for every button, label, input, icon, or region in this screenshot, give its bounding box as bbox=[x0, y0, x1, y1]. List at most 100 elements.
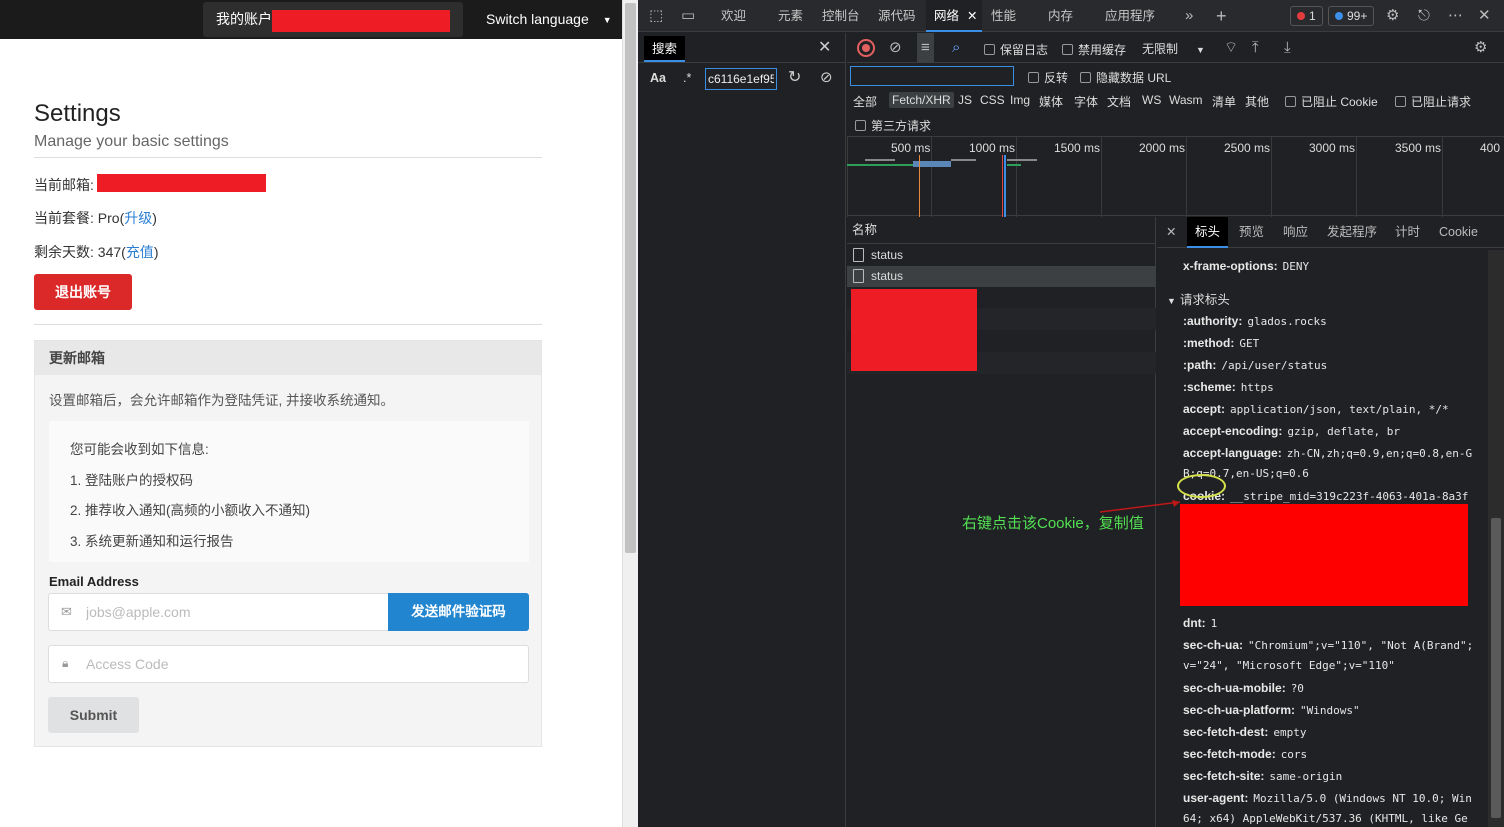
header-row[interactable]: sec-ch-ua-mobile: ?0 bbox=[1183, 681, 1304, 695]
blocked-cookies-checkbox[interactable]: 已阻止 Cookie bbox=[1285, 93, 1378, 110]
tab-headers[interactable]: 标头 bbox=[1187, 217, 1229, 248]
checkbox[interactable] bbox=[1285, 96, 1296, 107]
tab-cookie[interactable]: Cookie bbox=[1439, 217, 1478, 248]
header-row[interactable]: :method: GET bbox=[1183, 336, 1259, 350]
tab-welcome[interactable]: 欢迎 bbox=[721, 0, 746, 32]
match-case-toggle[interactable]: Aa bbox=[650, 71, 666, 85]
name-column-header[interactable]: 名称 bbox=[847, 217, 1156, 244]
type-wasm[interactable]: Wasm bbox=[1169, 93, 1203, 107]
type-media[interactable]: 媒体 bbox=[1039, 93, 1063, 110]
type-other[interactable]: 其他 bbox=[1245, 93, 1269, 110]
scrollbar-thumb[interactable] bbox=[1491, 518, 1501, 818]
wifi-settings-icon[interactable]: ⌔ bbox=[1224, 33, 1238, 63]
hide-data-urls-checkbox[interactable]: 隐藏数据 URL bbox=[1080, 69, 1171, 86]
upgrade-link[interactable]: 升级 bbox=[124, 210, 152, 226]
close-icon[interactable]: ✕ bbox=[967, 9, 977, 23]
checkbox[interactable] bbox=[1080, 72, 1091, 83]
request-headers-section[interactable]: ▼ 请求标头 bbox=[1167, 289, 1230, 308]
type-doc[interactable]: 文档 bbox=[1107, 93, 1131, 110]
header-row[interactable]: :authority: glados.rocks bbox=[1183, 314, 1327, 328]
regex-toggle[interactable]: .* bbox=[683, 71, 691, 85]
send-code-button[interactable]: 发送邮件验证码 bbox=[388, 593, 529, 631]
filter-icon[interactable]: ≡ bbox=[917, 33, 934, 63]
headers-scrollbar[interactable] bbox=[1488, 250, 1504, 827]
tab-console[interactable]: 控制台 bbox=[822, 0, 860, 32]
checkbox[interactable] bbox=[1028, 72, 1039, 83]
cookie-header-row[interactable]: cookie: __stripe_mid=319c223f-4063-401a-8… bbox=[1183, 489, 1468, 503]
third-party-checkbox[interactable]: 第三方请求 bbox=[855, 117, 931, 134]
header-row[interactable]: accept-encoding: gzip, deflate, br bbox=[1183, 424, 1400, 438]
preserve-log-checkbox[interactable]: 保留日志 bbox=[984, 41, 1048, 58]
tab-elements[interactable]: 元素 bbox=[778, 0, 803, 32]
import-icon[interactable]: ⤒ bbox=[1252, 33, 1259, 63]
add-tab-icon[interactable]: + bbox=[1216, 0, 1227, 32]
access-code-input[interactable] bbox=[86, 653, 506, 675]
header-row[interactable]: sec-fetch-mode: cors bbox=[1183, 747, 1307, 761]
tab-application[interactable]: 应用程序 bbox=[1105, 0, 1155, 32]
header-row[interactable]: sec-ch-ua: "Chromium";v="110", "Not A(Bra… bbox=[1183, 638, 1473, 652]
tab-sources[interactable]: 源代码 bbox=[878, 0, 916, 32]
close-icon[interactable]: ✕ bbox=[818, 37, 831, 57]
submit-button[interactable]: Submit bbox=[48, 697, 139, 733]
type-font[interactable]: 字体 bbox=[1074, 93, 1098, 110]
logout-button[interactable]: 退出账号 bbox=[34, 274, 132, 310]
type-css[interactable]: CSS bbox=[980, 93, 1005, 107]
header-row[interactable]: accept-language: zh-CN,zh;q=0.9,en;q=0.8,… bbox=[1183, 446, 1472, 460]
record-icon[interactable] bbox=[857, 39, 875, 57]
blocked-requests-checkbox[interactable]: 已阻止请求 bbox=[1395, 93, 1471, 110]
type-js[interactable]: JS bbox=[958, 93, 972, 107]
clear-icon[interactable]: ⊘ bbox=[889, 33, 902, 63]
close-devtools-icon[interactable]: ✕ bbox=[1478, 0, 1491, 32]
export-icon[interactable]: ⤓ bbox=[1284, 33, 1291, 63]
error-count-badge[interactable]: 1 bbox=[1290, 6, 1323, 26]
tab-response[interactable]: 响应 bbox=[1283, 217, 1308, 248]
account-menu[interactable]: 我的账户 bbox=[203, 2, 463, 37]
tab-memory[interactable]: 内存 bbox=[1048, 0, 1073, 32]
disable-cache-checkbox[interactable]: 禁用缓存 bbox=[1062, 41, 1126, 58]
header-row[interactable]: sec-fetch-dest: empty bbox=[1183, 725, 1306, 739]
more-tabs-icon[interactable]: » bbox=[1185, 0, 1193, 32]
connect-icon[interactable]: ⎋ bbox=[1418, 0, 1430, 32]
search-tab[interactable]: 搜索 bbox=[644, 36, 685, 62]
network-timeline[interactable]: 500 ms 1000 ms 1500 ms 2000 ms 2500 ms 3… bbox=[847, 136, 1504, 217]
type-ws[interactable]: WS bbox=[1142, 93, 1161, 107]
gear-icon[interactable]: ⚙ bbox=[1474, 33, 1487, 63]
checkbox[interactable] bbox=[984, 44, 995, 55]
clear-icon[interactable]: ⊘ bbox=[820, 68, 833, 86]
checkbox[interactable] bbox=[1062, 44, 1073, 55]
refresh-icon[interactable]: ↻ bbox=[788, 67, 801, 87]
message-count-badge[interactable]: 99+ bbox=[1328, 6, 1375, 26]
tab-preview[interactable]: 预览 bbox=[1239, 217, 1264, 248]
inspect-icon[interactable]: ⬚ bbox=[649, 0, 663, 32]
scrollbar-thumb[interactable] bbox=[625, 3, 636, 553]
filter-input[interactable] bbox=[850, 66, 1014, 86]
checkbox[interactable] bbox=[1395, 96, 1406, 107]
type-all[interactable]: 全部 bbox=[853, 93, 877, 110]
header-row[interactable]: x-frame-options: DENY bbox=[1183, 259, 1309, 273]
more-options-icon[interactable]: ⋯ bbox=[1448, 0, 1463, 32]
switch-language-menu[interactable]: Switch language ▼ bbox=[486, 0, 612, 39]
header-row[interactable]: user-agent: Mozilla/5.0 (Windows NT 10.0;… bbox=[1183, 791, 1472, 805]
site-scrollbar[interactable] bbox=[622, 0, 638, 827]
recharge-link[interactable]: 充值 bbox=[126, 244, 154, 260]
request-row-selected[interactable]: status bbox=[847, 266, 1156, 287]
header-row[interactable]: :scheme: https bbox=[1183, 380, 1274, 394]
tab-performance[interactable]: 性能 bbox=[991, 0, 1016, 32]
throttle-select[interactable]: 无限制 ▼ bbox=[1142, 40, 1212, 57]
close-icon[interactable]: ✕ bbox=[1166, 217, 1176, 248]
tab-timing[interactable]: 计时 bbox=[1395, 217, 1420, 248]
header-row[interactable]: sec-ch-ua-platform: "Windows" bbox=[1183, 703, 1360, 717]
gear-icon[interactable]: ⚙ bbox=[1386, 0, 1399, 32]
header-row[interactable]: dnt: 1 bbox=[1183, 616, 1217, 630]
device-toggle-icon[interactable]: ▭ bbox=[681, 0, 695, 32]
tab-network[interactable]: 网络 ✕ bbox=[926, 0, 982, 32]
header-row[interactable]: :path: /api/user/status bbox=[1183, 358, 1327, 372]
email-input[interactable] bbox=[86, 601, 376, 623]
type-fetch-xhr[interactable]: Fetch/XHR bbox=[889, 92, 954, 108]
type-img[interactable]: Img bbox=[1010, 93, 1030, 107]
tab-initiator[interactable]: 发起程序 bbox=[1327, 217, 1377, 248]
type-manifest[interactable]: 清单 bbox=[1212, 93, 1236, 110]
header-row[interactable]: sec-fetch-site: same-origin bbox=[1183, 769, 1342, 783]
checkbox[interactable] bbox=[855, 120, 866, 131]
invert-checkbox[interactable]: 反转 bbox=[1028, 69, 1068, 86]
